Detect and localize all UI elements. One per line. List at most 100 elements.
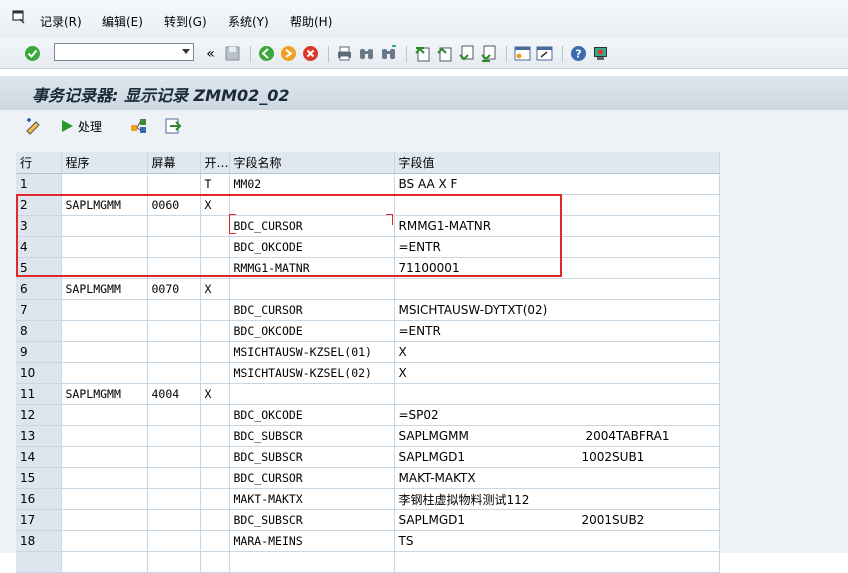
row-field-name[interactable]: RMMG1-MATNR (229, 257, 395, 279)
row-start-flag[interactable] (200, 446, 230, 468)
row-screen[interactable] (147, 404, 201, 426)
column-header-row[interactable]: 行 (16, 152, 62, 174)
green-back-icon[interactable] (258, 45, 275, 62)
row-field-value[interactable]: 李钢柱虚拟物料测试112 (394, 488, 720, 510)
row-field-value[interactable]: TS (394, 530, 720, 552)
find-icon[interactable] (358, 45, 375, 62)
column-header-program[interactable]: 程序 (61, 152, 148, 174)
row-start-flag[interactable] (200, 299, 230, 321)
row-screen[interactable] (147, 530, 201, 552)
column-header-start[interactable]: 开… (200, 152, 230, 174)
row-start-flag[interactable]: X (200, 278, 230, 300)
row-start-flag[interactable]: T (200, 173, 230, 195)
row-field-name[interactable] (229, 551, 395, 573)
row-start-flag[interactable] (200, 488, 230, 510)
save-icon[interactable] (224, 45, 241, 62)
row-field-value[interactable]: X (394, 341, 720, 363)
row-field-value[interactable]: =ENTR (394, 320, 720, 342)
row-program[interactable] (61, 320, 148, 342)
check-icon[interactable] (24, 45, 41, 62)
row-program[interactable] (61, 215, 148, 237)
column-header-field-name[interactable]: 字段名称 (229, 152, 395, 174)
row-field-value[interactable] (394, 194, 720, 216)
row-screen[interactable] (147, 425, 201, 447)
row-field-name[interactable]: MSICHTAUSW-KZSEL(02) (229, 362, 395, 384)
row-field-name[interactable] (229, 383, 395, 405)
row-program[interactable]: SAPLMGMM (61, 278, 148, 300)
row-field-name[interactable]: BDC_OKCODE (229, 320, 395, 342)
row-program[interactable] (61, 236, 148, 258)
tree-icon[interactable] (130, 117, 148, 135)
column-header-screen[interactable]: 屏幕 (147, 152, 201, 174)
row-field-name[interactable]: BDC_OKCODE (229, 236, 395, 258)
table-row[interactable]: 11 SAPLMGMM 4004 X (16, 383, 720, 405)
row-field-name[interactable]: BDC_CURSOR (229, 299, 395, 321)
row-program[interactable] (61, 425, 148, 447)
row-start-flag[interactable] (200, 236, 230, 258)
table-row[interactable]: 12 BDC_OKCODE =SP02 (16, 404, 720, 426)
row-field-value[interactable]: BS AA X F (394, 173, 720, 195)
menu-record[interactable]: 记录(R) (40, 13, 82, 30)
customize-icon[interactable] (592, 45, 609, 62)
table-row[interactable]: 2 SAPLMGMM 0060 X (16, 194, 720, 216)
row-program[interactable] (61, 530, 148, 552)
row-program[interactable]: SAPLMGMM (61, 383, 148, 405)
row-field-value[interactable]: X (394, 362, 720, 384)
row-screen[interactable] (147, 467, 201, 489)
row-start-flag[interactable] (200, 551, 230, 573)
edit-icon[interactable] (24, 117, 42, 135)
row-start-flag[interactable] (200, 509, 230, 531)
row-start-flag[interactable] (200, 362, 230, 384)
row-screen[interactable] (147, 299, 201, 321)
row-field-value[interactable] (394, 278, 720, 300)
back-icon[interactable]: « (202, 45, 219, 62)
row-screen[interactable]: 0070 (147, 278, 201, 300)
row-program[interactable] (61, 404, 148, 426)
row-field-value[interactable] (394, 383, 720, 405)
column-header-field-value[interactable]: 字段值 (394, 152, 720, 174)
export-icon[interactable] (164, 117, 182, 135)
row-program[interactable] (61, 341, 148, 363)
row-program[interactable] (61, 551, 148, 573)
help-icon[interactable]: ? (570, 45, 587, 62)
row-field-value[interactable]: SAPLMGD1 2001SUB2 (394, 509, 720, 531)
row-start-flag[interactable] (200, 320, 230, 342)
table-row[interactable]: 15 BDC_CURSOR MAKT-MAKTX (16, 467, 720, 489)
row-field-name[interactable]: BDC_SUBSCR (229, 509, 395, 531)
row-field-name[interactable]: BDC_CURSOR (229, 467, 395, 489)
menu-goto[interactable]: 转到(G) (164, 13, 207, 30)
row-field-name[interactable]: BDC_CURSOR (229, 215, 395, 237)
table-row[interactable] (16, 551, 720, 573)
row-field-name[interactable]: MARA-MEINS (229, 530, 395, 552)
first-page-icon[interactable] (414, 45, 431, 62)
row-field-value[interactable]: =SP02 (394, 404, 720, 426)
row-field-value[interactable]: SAPLMGD1 1002SUB1 (394, 446, 720, 468)
table-row[interactable]: 18 MARA-MEINS TS (16, 530, 720, 552)
row-screen[interactable] (147, 173, 201, 195)
table-row[interactable]: 3 BDC_CURSOR RMMG1-MATNR (16, 215, 720, 237)
window-icon[interactable] (12, 10, 26, 24)
row-program[interactable] (61, 173, 148, 195)
row-start-flag[interactable] (200, 404, 230, 426)
row-program[interactable] (61, 488, 148, 510)
row-start-flag[interactable]: X (200, 194, 230, 216)
row-screen[interactable] (147, 320, 201, 342)
find-next-icon[interactable] (380, 45, 397, 62)
table-row[interactable]: 7 BDC_CURSOR MSICHTAUSW-DYTXT(02) (16, 299, 720, 321)
row-field-name[interactable]: BDC_SUBSCR (229, 425, 395, 447)
new-session-icon[interactable] (514, 45, 531, 62)
table-row[interactable]: 1 T MM02 BS AA X F (16, 173, 720, 195)
row-field-name[interactable]: MSICHTAUSW-KZSEL(01) (229, 341, 395, 363)
table-row[interactable]: 16 MAKT-MAKTX 李钢柱虚拟物料测试112 (16, 488, 720, 510)
table-row[interactable]: 5 RMMG1-MATNR 71100001 (16, 257, 720, 279)
row-screen[interactable]: 4004 (147, 383, 201, 405)
row-start-flag[interactable] (200, 425, 230, 447)
table-row[interactable]: 17 BDC_SUBSCR SAPLMGD1 2001SUB2 (16, 509, 720, 531)
row-screen[interactable] (147, 509, 201, 531)
cancel-icon[interactable] (302, 45, 319, 62)
row-program[interactable] (61, 467, 148, 489)
prev-page-icon[interactable] (436, 45, 453, 62)
row-screen[interactable]: 0060 (147, 194, 201, 216)
row-screen[interactable] (147, 215, 201, 237)
row-start-flag[interactable] (200, 215, 230, 237)
